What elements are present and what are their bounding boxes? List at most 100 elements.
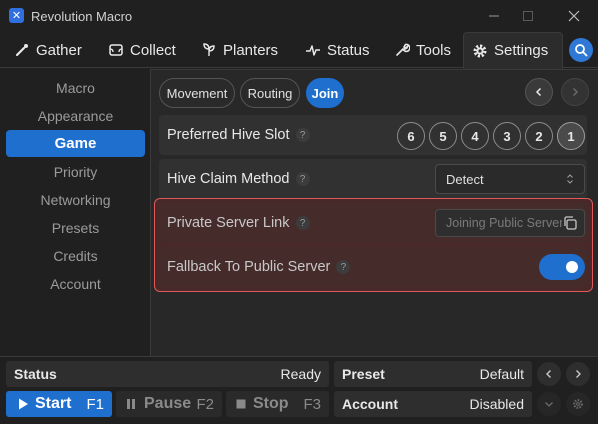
sidebar-item-networking[interactable]: Networking <box>6 186 145 213</box>
hive-slot-2-button[interactable]: 2 <box>525 122 553 150</box>
sidebar-item-account[interactable]: Account <box>6 270 145 297</box>
minimize-button[interactable] <box>482 4 506 28</box>
tab-settings[interactable]: Settings <box>463 32 563 69</box>
tab-label: Settings <box>494 42 549 59</box>
chevron-right-icon <box>572 87 579 97</box>
hive-claim-text: Hive Claim Method <box>167 171 290 187</box>
chevron-left-icon <box>546 370 551 378</box>
tab-label: Gather <box>36 41 82 59</box>
hive-slot-row: Preferred Hive Slot ? <box>159 115 587 155</box>
preset-prev-button[interactable] <box>537 362 561 386</box>
close-button[interactable] <box>562 4 586 28</box>
help-icon[interactable]: ? <box>295 172 310 186</box>
account-dropdown-button[interactable] <box>537 392 561 416</box>
sidebar-item-priority[interactable]: Priority <box>6 158 145 185</box>
collect-icon <box>109 44 123 56</box>
start-button[interactable]: Start F1 <box>6 391 112 417</box>
close-icon <box>568 10 580 22</box>
help-icon[interactable]: ? <box>295 128 310 142</box>
fallback-toggle[interactable] <box>539 254 585 280</box>
help-icon[interactable]: ? <box>295 216 310 230</box>
copy-icon[interactable] <box>562 215 578 231</box>
pause-button[interactable]: Pause F2 <box>116 391 222 417</box>
hive-slot-1-button[interactable]: 1 <box>557 122 585 150</box>
pause-label: Pause <box>144 395 192 412</box>
search-icon <box>575 44 588 57</box>
fallback-text: Fallback To Public Server <box>167 259 331 275</box>
sidebar-item-appearance[interactable]: Appearance <box>6 102 145 129</box>
tab-label: Status <box>327 41 370 59</box>
gear-icon <box>573 399 583 409</box>
help-icon[interactable]: ? <box>336 260 351 274</box>
wand-icon <box>15 44 28 57</box>
chevron-down-icon <box>545 402 553 407</box>
start-label: Start <box>35 395 72 412</box>
hive-slot-6-button[interactable]: 6 <box>397 122 425 150</box>
chevron-left-icon <box>535 87 542 97</box>
private-server-label: Private Server Link ? <box>167 203 310 243</box>
tab-label: Tools <box>416 41 452 59</box>
pulse-icon <box>306 45 320 56</box>
preset-label: Preset <box>342 366 385 382</box>
account-label: Account <box>342 396 398 412</box>
hive-slot-text: Preferred Hive Slot <box>167 127 290 143</box>
chevron-right-icon <box>576 370 581 378</box>
minimize-icon <box>489 15 499 17</box>
subtab-routing[interactable]: Routing <box>240 78 300 108</box>
next-page-button[interactable] <box>561 78 589 106</box>
hive-claim-select[interactable]: Detect <box>435 164 585 194</box>
hive-slot-5-button[interactable]: 5 <box>429 122 457 150</box>
maximize-icon <box>523 11 533 21</box>
preset-next-button[interactable] <box>566 362 590 386</box>
app-logo-icon: ✕ <box>9 8 24 23</box>
private-server-text: Private Server Link <box>167 215 290 231</box>
private-server-placeholder: Joining Public Server <box>446 216 564 230</box>
stop-label: Stop <box>253 395 289 412</box>
tab-planters[interactable]: Planters <box>193 32 286 68</box>
hive-slot-3-button[interactable]: 3 <box>493 122 521 150</box>
preset-bar: Preset Default <box>334 361 532 387</box>
subtab-join[interactable]: Join <box>306 78 344 108</box>
start-hotkey: F1 <box>86 395 104 413</box>
status-value: Ready <box>280 366 321 382</box>
planter-icon <box>203 43 215 56</box>
title-bar: ✕ Revolution Macro <box>0 0 598 32</box>
hive-slot-4-button[interactable]: 4 <box>461 122 489 150</box>
account-value: Disabled <box>469 396 524 412</box>
sidebar-item-credits[interactable]: Credits <box>6 242 145 269</box>
window-title: Revolution Macro <box>31 9 133 24</box>
maximize-button[interactable] <box>516 4 540 28</box>
account-bar: Account Disabled <box>334 391 532 417</box>
stop-hotkey: F3 <box>303 395 321 413</box>
fallback-row: Fallback To Public Server ? <box>159 247 587 287</box>
tab-status[interactable]: Status <box>297 32 378 68</box>
status-bar: Status Ready <box>6 361 329 387</box>
sidebar-item-macro[interactable]: Macro <box>6 74 145 101</box>
main-tab-bar: Gather Collect Planters Status Tools Set… <box>0 32 598 69</box>
preset-value: Default <box>479 366 524 382</box>
play-icon <box>19 398 28 410</box>
wrench-icon <box>396 43 410 56</box>
tab-tools[interactable]: Tools <box>386 32 459 68</box>
updown-chevron-icon <box>567 174 573 184</box>
tab-collect[interactable]: Collect <box>100 32 184 68</box>
prev-page-button[interactable] <box>525 78 553 106</box>
pause-hotkey: F2 <box>196 395 214 413</box>
search-button[interactable] <box>569 38 593 62</box>
subtab-movement[interactable]: Movement <box>159 78 235 108</box>
sidebar-item-presets[interactable]: Presets <box>6 214 145 241</box>
tab-label: Planters <box>223 41 279 59</box>
status-label: Status <box>14 366 57 382</box>
stop-icon <box>236 399 246 409</box>
tab-gather[interactable]: Gather <box>6 32 90 68</box>
hive-claim-value: Detect <box>446 171 484 187</box>
pause-icon <box>127 399 135 409</box>
hive-slot-label: Preferred Hive Slot ? <box>167 115 310 155</box>
gear-icon <box>473 44 487 57</box>
sidebar-item-game[interactable]: Game <box>6 130 145 157</box>
fallback-label: Fallback To Public Server ? <box>167 247 351 287</box>
stop-button[interactable]: Stop F3 <box>226 391 329 417</box>
tab-label: Collect <box>130 41 176 59</box>
hive-claim-label: Hive Claim Method ? <box>167 159 310 199</box>
account-settings-button[interactable] <box>566 392 590 416</box>
